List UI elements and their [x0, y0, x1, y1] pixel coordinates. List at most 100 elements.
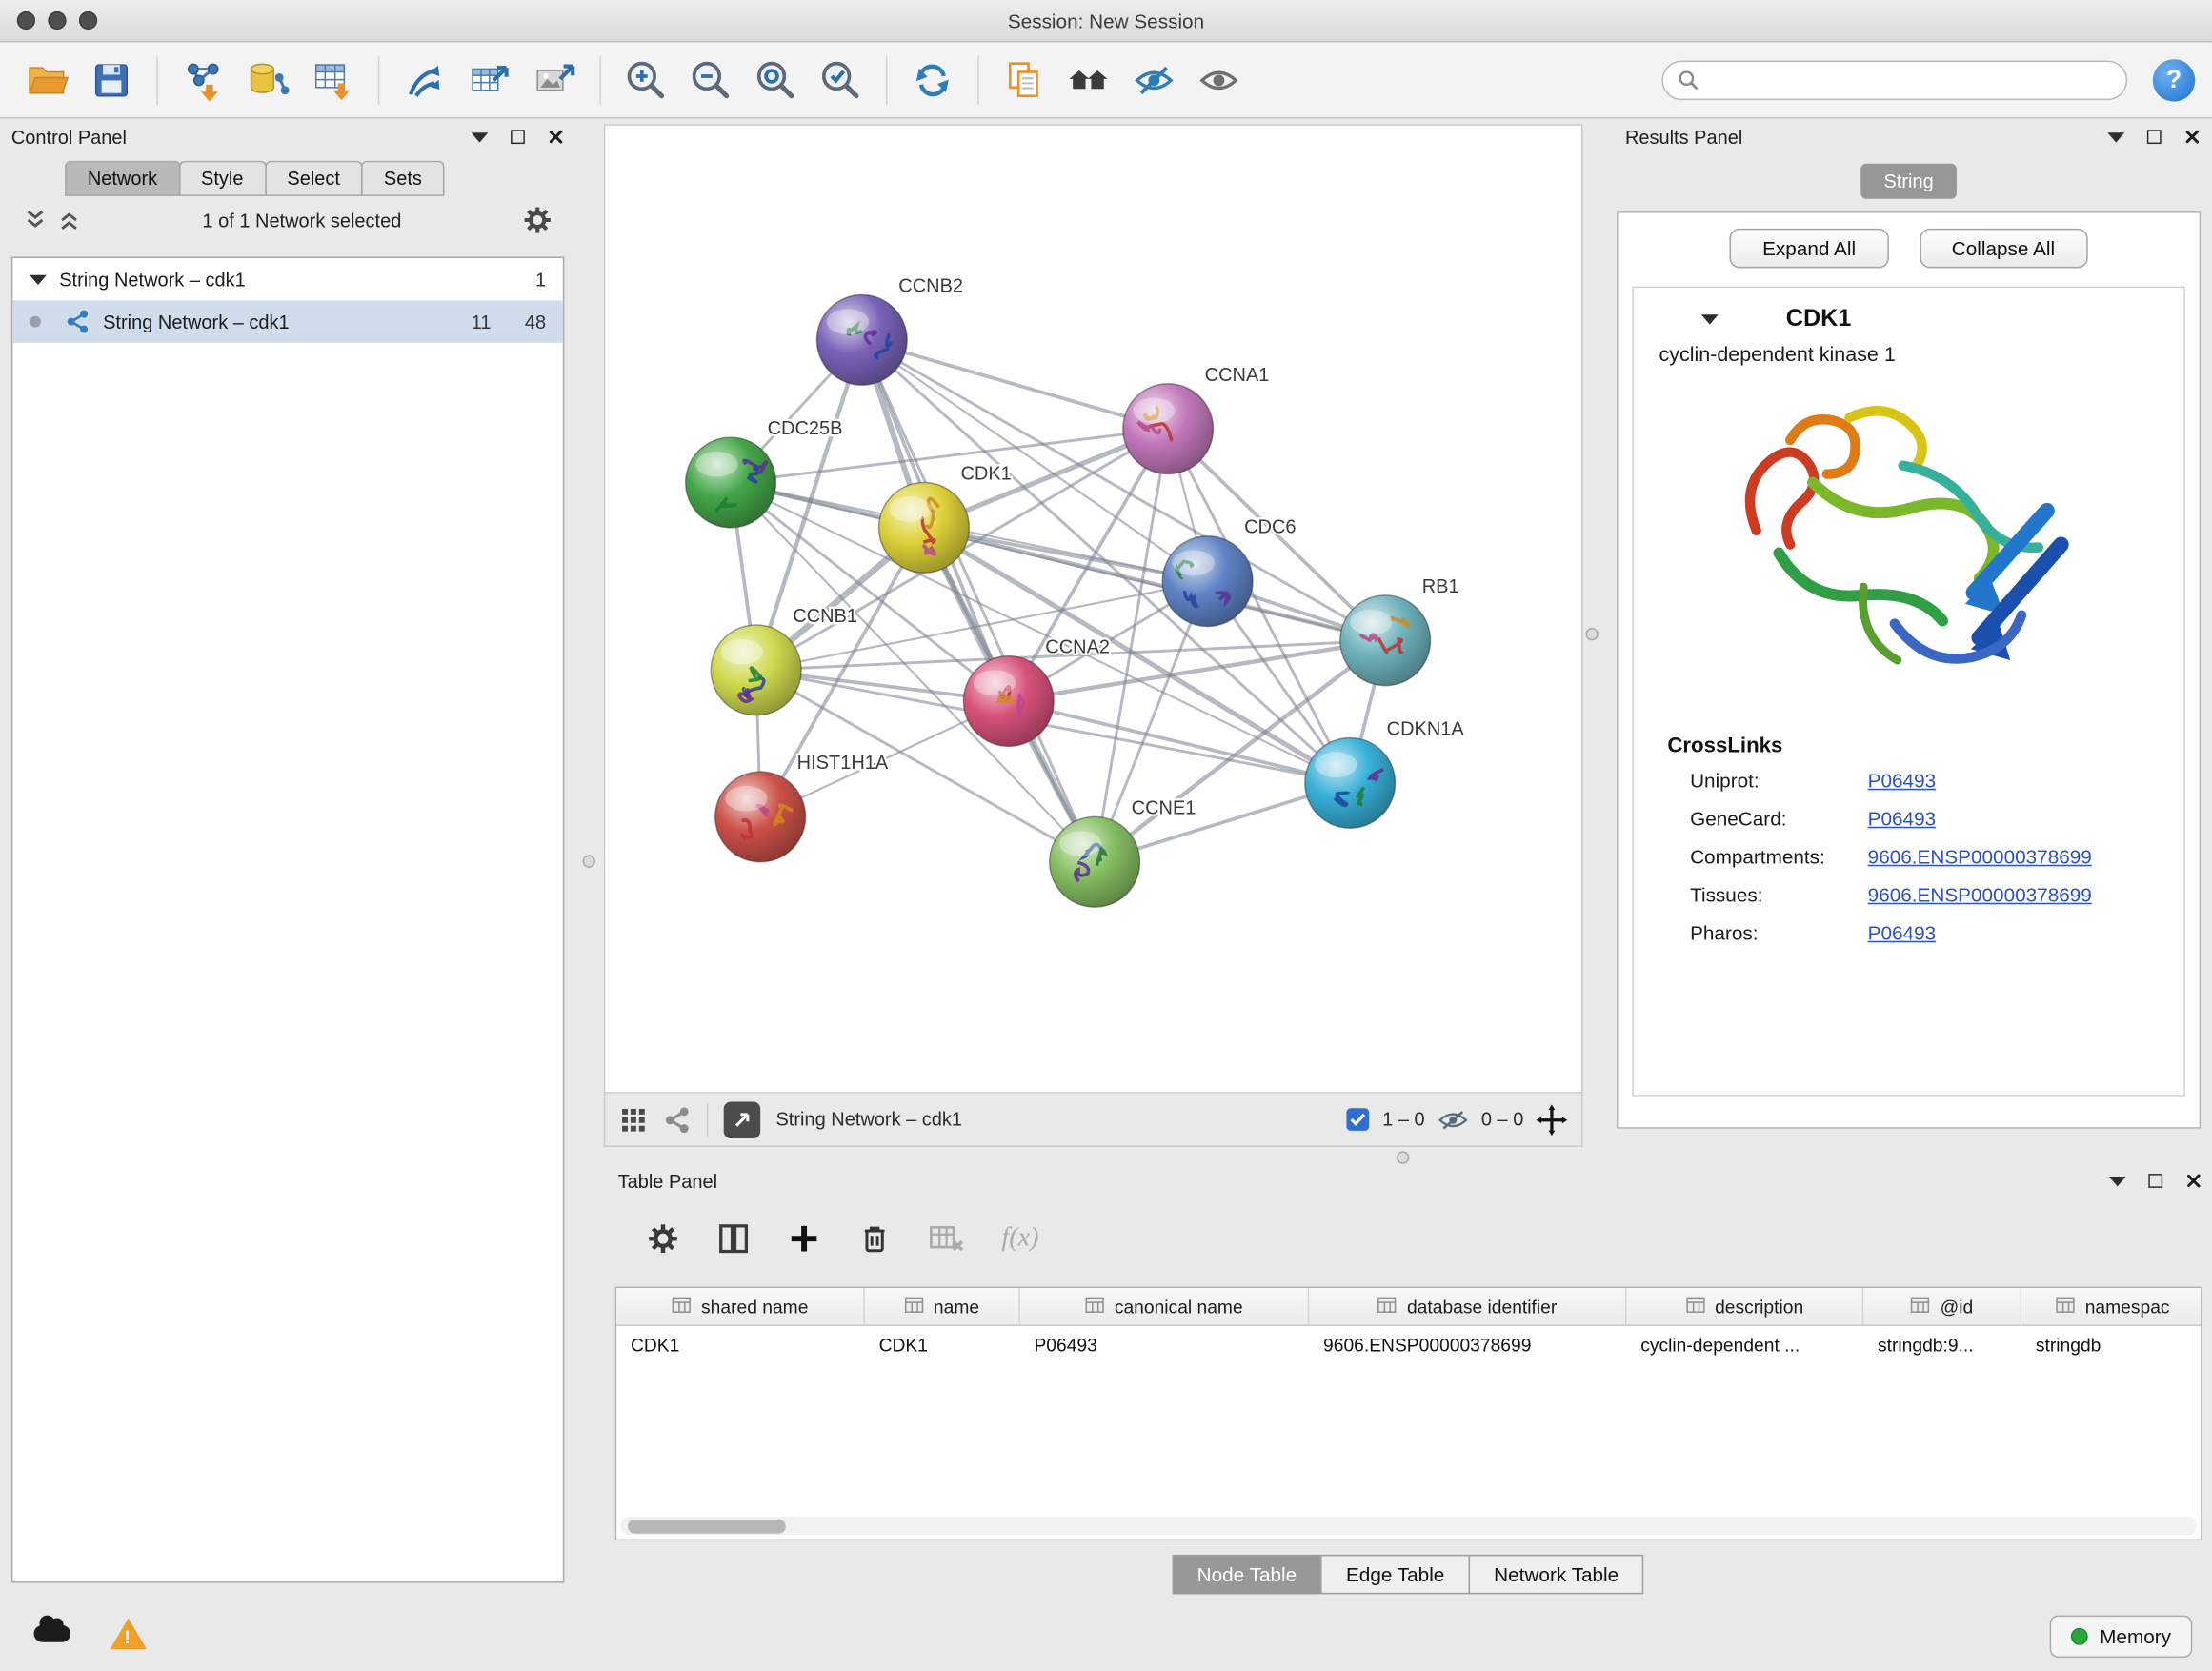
homes-button[interactable] — [1059, 50, 1118, 110]
network-node-cdkn1a[interactable]: CDKN1A — [1305, 719, 1465, 829]
tab-sets[interactable]: Sets — [361, 161, 444, 196]
splitter-handle-right[interactable] — [1585, 628, 1598, 640]
column-header-shared-name[interactable]: shared name — [616, 1288, 865, 1325]
crosslink-value-link[interactable]: P06493 — [1868, 807, 1936, 830]
collapse-section-icon[interactable] — [1701, 313, 1719, 323]
network-node-hist1h1a[interactable]: HIST1H1A — [715, 753, 889, 862]
save-session-button[interactable] — [82, 50, 141, 110]
panel-menu-icon[interactable] — [472, 131, 489, 141]
refresh-layout-button[interactable] — [903, 50, 962, 110]
expand-all-button[interactable]: Expand All — [1730, 229, 1888, 268]
grid-view-icon[interactable] — [619, 1105, 648, 1134]
selected-checkbox-icon[interactable] — [1346, 1107, 1370, 1131]
close-window-button[interactable] — [17, 11, 35, 30]
collapse-all-button[interactable]: Collapse All — [1920, 229, 2087, 268]
column-header-name[interactable]: name — [865, 1288, 1020, 1325]
close-panel-icon[interactable] — [2185, 1173, 2202, 1190]
tab-network-table[interactable]: Network Table — [1469, 1555, 1644, 1594]
close-panel-icon[interactable] — [2183, 129, 2201, 146]
table-settings-gear-icon[interactable] — [646, 1221, 680, 1256]
panel-menu-icon[interactable] — [2107, 131, 2124, 141]
show-columns-icon[interactable] — [716, 1221, 751, 1256]
detach-view-button[interactable] — [724, 1101, 761, 1138]
network-collection-row[interactable]: String Network – cdk1 1 — [12, 258, 563, 300]
export-image-button[interactable] — [525, 50, 584, 110]
tab-string[interactable]: String — [1861, 164, 1957, 199]
crosslink-value-link[interactable]: P06493 — [1868, 921, 1936, 944]
open-session-button[interactable] — [17, 50, 76, 110]
network-node-rb1[interactable]: RB1 — [1340, 576, 1459, 686]
search-input[interactable] — [1710, 70, 2112, 91]
tab-node-table[interactable]: Node Table — [1172, 1555, 1322, 1594]
delete-column-icon[interactable] — [857, 1221, 892, 1256]
duplicate-button[interactable] — [995, 50, 1054, 110]
network-canvas[interactable]: CCNB2CCNA1CDC25BCDK1CDC6RB1CCNB1CCNA2CDK… — [604, 124, 1583, 1093]
column-header-namespac[interactable]: namespac — [2021, 1288, 2202, 1325]
import-network-file-button[interactable] — [173, 50, 232, 110]
hide-selected-icon — [1130, 55, 1177, 103]
crosslink-value-link[interactable]: 9606.ENSP00000378699 — [1868, 883, 2092, 906]
tab-select[interactable]: Select — [265, 161, 363, 196]
save-session-icon — [88, 55, 135, 103]
horizontal-scrollbar[interactable] — [621, 1517, 2197, 1535]
zoom-in-button[interactable] — [616, 50, 675, 110]
zoom-fit-button[interactable] — [746, 50, 805, 110]
show-all-button[interactable] — [1189, 50, 1248, 110]
tab-edge-table[interactable]: Edge Table — [1320, 1555, 1470, 1594]
close-panel-icon[interactable] — [548, 129, 565, 146]
zoom-window-button[interactable] — [79, 11, 97, 30]
column-header-database-identifier[interactable]: database identifier — [1309, 1288, 1626, 1325]
scrollbar-thumb[interactable] — [628, 1519, 786, 1533]
help-button[interactable]: ? — [2153, 58, 2195, 100]
float-panel-icon[interactable] — [2148, 1174, 2162, 1188]
float-panel-icon[interactable] — [511, 130, 525, 144]
network-from-selection-button[interactable] — [395, 50, 454, 110]
table-panel-title: Table Panel — [618, 1170, 717, 1191]
splitter-handle-left[interactable] — [583, 855, 595, 867]
network-node-ccnb2[interactable]: CCNB2 — [816, 276, 963, 386]
external-link-icon — [733, 1110, 753, 1130]
table-row[interactable]: CDK1CDK1P064939606.ENSP00000378699cyclin… — [616, 1326, 2201, 1364]
network-edge[interactable] — [862, 340, 1168, 429]
export-table-button[interactable] — [460, 50, 519, 110]
warnings-button[interactable]: ! — [99, 1612, 158, 1654]
collapse-all-icon[interactable] — [23, 209, 49, 232]
expand-all-icon[interactable] — [56, 209, 82, 232]
zoom-selected-button[interactable] — [811, 50, 870, 110]
tab-network[interactable]: Network — [65, 161, 180, 196]
zoom-out-button[interactable] — [681, 50, 740, 110]
network-node-cdc6[interactable]: CDC6 — [1162, 517, 1296, 627]
help-icon: ? — [2166, 65, 2182, 94]
network-node-ccna1[interactable]: CCNA1 — [1123, 365, 1270, 474]
float-panel-icon[interactable] — [2147, 130, 2162, 144]
memory-button[interactable]: Memory — [2050, 1615, 2192, 1657]
panel-menu-icon[interactable] — [2109, 1176, 2126, 1185]
collapse-triangle-icon[interactable] — [30, 274, 47, 284]
control-panel-tabs: NetworkStyleSelectSets — [65, 161, 564, 196]
crosslink-value-link[interactable]: P06493 — [1868, 769, 1936, 792]
control-panel-title: Control Panel — [11, 127, 127, 148]
column-type-icon — [672, 1296, 692, 1317]
tab-style[interactable]: Style — [178, 161, 266, 196]
column-header-description[interactable]: description — [1626, 1288, 1863, 1325]
import-network-database-button[interactable] — [238, 50, 297, 110]
network-node-ccnb1[interactable]: CCNB1 — [711, 606, 857, 715]
column-header--id[interactable]: @id — [1863, 1288, 2021, 1325]
add-column-icon[interactable] — [787, 1221, 821, 1256]
cloud-status-button[interactable] — [23, 1612, 82, 1654]
hide-selected-button[interactable] — [1124, 50, 1183, 110]
network-node-cdk1[interactable]: CDK1 — [879, 463, 1012, 573]
node-table[interactable]: shared namenamecanonical namedatabase id… — [615, 1287, 2202, 1541]
column-header-canonical-name[interactable]: canonical name — [1020, 1288, 1310, 1325]
options-gear-icon[interactable] — [522, 205, 553, 236]
minimize-window-button[interactable] — [48, 11, 66, 30]
network-edge[interactable] — [1009, 701, 1350, 783]
import-table-button[interactable] — [303, 50, 362, 110]
splitter-handle-bottom[interactable] — [1397, 1151, 1409, 1163]
hidden-eye-icon[interactable] — [1438, 1107, 1469, 1133]
network-row[interactable]: String Network – cdk1 11 48 — [12, 300, 563, 342]
network-view-icon[interactable] — [663, 1105, 692, 1134]
crosslink-value-link[interactable]: 9606.ENSP00000378699 — [1868, 845, 2092, 868]
network-edge[interactable] — [862, 340, 1095, 862]
pan-crosshair-icon[interactable] — [1537, 1104, 1568, 1136]
